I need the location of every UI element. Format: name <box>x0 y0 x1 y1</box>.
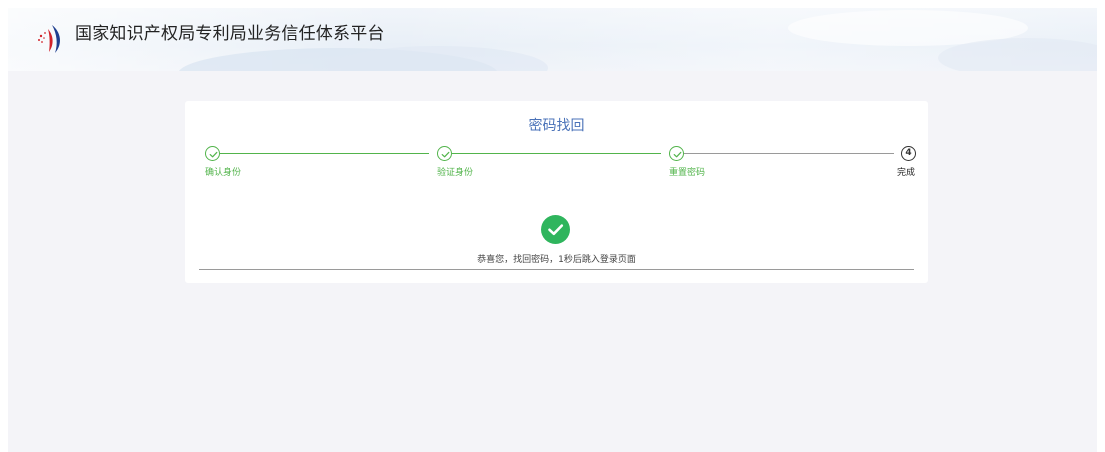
step-4-node: 4 <box>901 146 916 161</box>
step-2-node <box>437 146 452 161</box>
step-3-label: 重置密码 <box>669 168 706 178</box>
cnipa-logo-icon <box>35 22 69 56</box>
check-circle-icon <box>209 151 218 158</box>
step-4-label: 完成 <box>897 168 916 178</box>
success-check-icon <box>541 215 570 244</box>
card-title: 密码找回 <box>528 118 585 134</box>
check-circle-icon <box>673 151 682 158</box>
site-header: 国家知识产权局专利局业务信任体系平台 <box>8 8 1097 71</box>
success-message: 恭喜您，找回密码，1秒后跳入登录页面 <box>477 255 636 265</box>
step-connector-1 <box>220 153 429 154</box>
step-connector-2 <box>452 153 661 154</box>
step-2-label: 验证身份 <box>437 168 474 178</box>
password-recovery-card: 密码找回 4 确认身份 验证身份 重置密码 完成 恭喜您，找回密码，1秒后跳入登… <box>185 101 928 283</box>
step-4-number: 4 <box>905 148 912 158</box>
site-title: 国家知识产权局专利局业务信任体系平台 <box>75 24 385 44</box>
step-1-node <box>205 146 220 161</box>
step-connector-3 <box>684 153 894 154</box>
card-divider <box>199 269 914 270</box>
step-1-label: 确认身份 <box>205 168 242 178</box>
step-3-node <box>669 146 684 161</box>
check-circle-icon <box>441 151 450 158</box>
page: 国家知识产权局专利局业务信任体系平台 密码找回 4 确认身份 验证身份 重置密码 <box>8 8 1097 452</box>
